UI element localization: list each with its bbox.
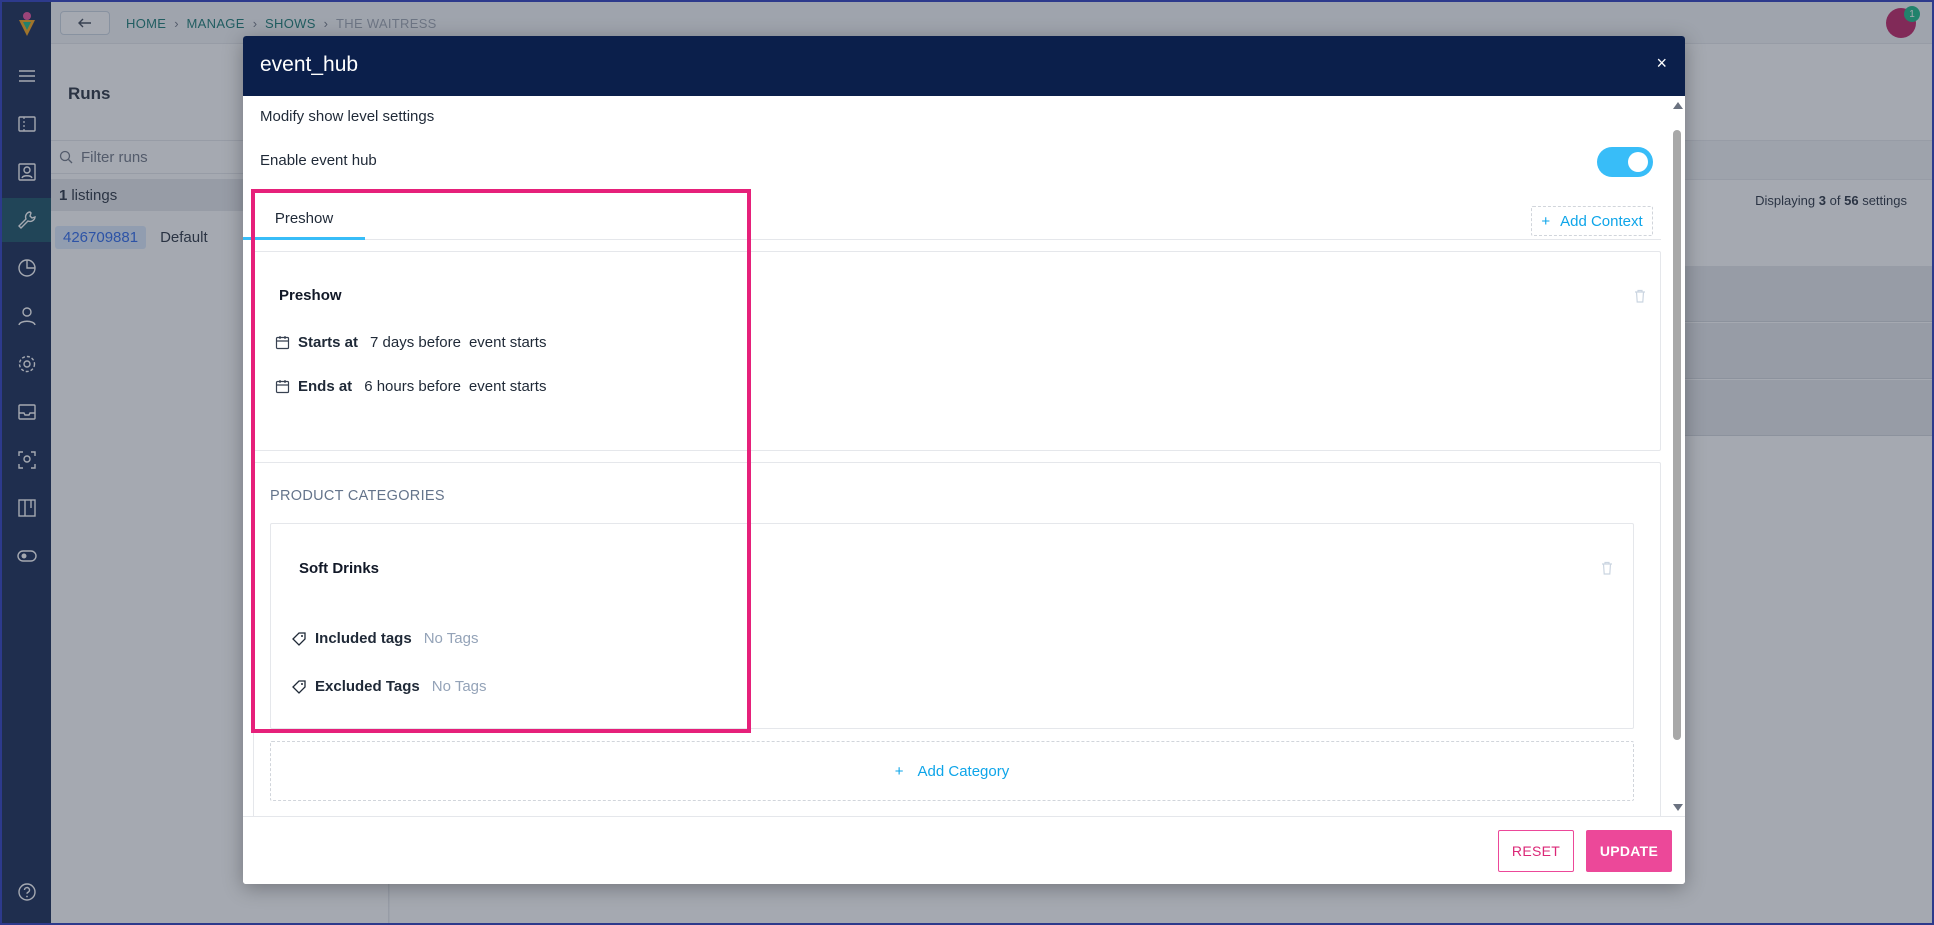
included-tags-row[interactable]: Included tags No Tags [291, 630, 478, 647]
modal-title: event_hub [260, 53, 359, 76]
app-window: HOME › MANAGE › SHOWS › THE WAITRESS 1 R… [0, 0, 1934, 925]
enable-event-hub-toggle[interactable] [1597, 147, 1653, 177]
starts-at-label: Starts at [298, 334, 359, 351]
toggle-knob [1628, 152, 1648, 172]
ends-at-label: Ends at [298, 378, 353, 395]
add-category-label: Add Category [917, 762, 1010, 780]
excluded-tags-row[interactable]: Excluded Tags No Tags [291, 678, 487, 695]
starts-at-reference[interactable]: event starts [469, 334, 547, 351]
excluded-tags-value: No Tags [431, 678, 487, 695]
enable-event-hub-label: Enable event hub [260, 152, 377, 169]
starts-at-offset[interactable]: 7 days before [370, 334, 461, 351]
context-card: Preshow Starts at 7 days before event st… [253, 251, 1661, 451]
included-tags-value: No Tags [423, 630, 479, 647]
included-tags-label: Included tags [315, 630, 412, 647]
add-context-button[interactable]: + Add Context [1531, 206, 1653, 236]
tab-preshow[interactable]: Preshow [243, 206, 365, 240]
event-hub-modal: event_hub × Modify show level settings E… [243, 36, 1685, 884]
trash-icon[interactable] [1599, 560, 1615, 576]
plus-icon: + [1541, 212, 1551, 230]
ends-at-reference[interactable]: event starts [469, 378, 547, 395]
plus-icon: + [894, 762, 904, 780]
ends-at-offset[interactable]: 6 hours before [364, 378, 461, 395]
trash-icon[interactable] [1632, 288, 1648, 304]
category-name: Soft Drinks [299, 560, 380, 577]
tabs-divider [243, 239, 1661, 240]
calendar-icon [275, 380, 290, 394]
modal-scrollbar[interactable] [1671, 96, 1683, 816]
modal-header: event_hub × [243, 36, 1685, 96]
context-name: Preshow [279, 287, 342, 304]
add-category-button[interactable]: + Add Category [270, 741, 1634, 801]
scrollbar-thumb[interactable] [1673, 130, 1681, 740]
starts-at-row: Starts at 7 days before event starts [275, 334, 554, 351]
tag-icon [292, 679, 306, 694]
update-button[interactable]: UPDATE [1586, 830, 1672, 872]
ends-at-row: Ends at 6 hours before event starts [275, 378, 554, 395]
excluded-tags-label: Excluded Tags [315, 678, 420, 695]
product-categories-heading: PRODUCT CATEGORIES [270, 488, 445, 504]
modal-footer: RESET UPDATE [243, 816, 1685, 884]
scroll-up-icon[interactable] [1673, 102, 1683, 109]
modal-subtitle: Modify show level settings [260, 108, 435, 125]
add-context-label: Add Context [1560, 212, 1643, 230]
reset-button[interactable]: RESET [1498, 830, 1574, 872]
calendar-icon [275, 336, 290, 350]
tag-icon [292, 631, 306, 646]
close-icon[interactable]: × [1656, 54, 1667, 72]
category-item: Soft Drinks Included tags No Tags Exclud… [270, 523, 1634, 729]
modal-body: Modify show level settings Enable event … [243, 96, 1685, 816]
scroll-down-icon[interactable] [1673, 804, 1683, 811]
product-categories-card: PRODUCT CATEGORIES Soft Drinks Included … [253, 462, 1661, 816]
